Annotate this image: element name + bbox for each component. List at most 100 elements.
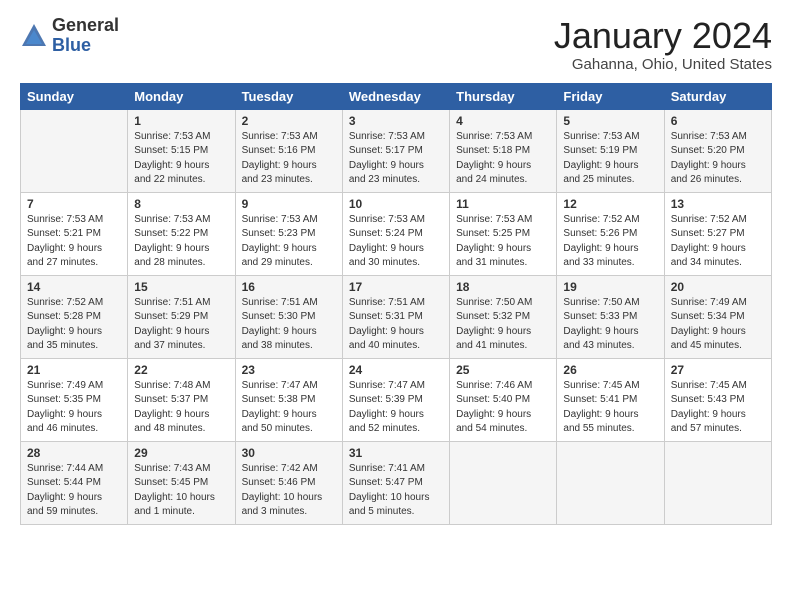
col-header-saturday: Saturday xyxy=(664,83,771,109)
calendar-cell: 31 Sunrise: 7:41 AMSunset: 5:47 PMDayligh… xyxy=(342,441,449,524)
calendar-cell: 24 Sunrise: 7:47 AMSunset: 5:39 PMDayligh… xyxy=(342,358,449,441)
col-header-thursday: Thursday xyxy=(450,83,557,109)
calendar-cell: 20 Sunrise: 7:49 AMSunset: 5:34 PMDayligh… xyxy=(664,275,771,358)
calendar-cell: 3 Sunrise: 7:53 AMSunset: 5:17 PMDaylight… xyxy=(342,109,449,192)
cell-content: Sunrise: 7:53 AMSunset: 5:15 PMDaylight:… xyxy=(134,130,228,188)
calendar-cell: 5 Sunrise: 7:53 AMSunset: 5:19 PMDaylight… xyxy=(557,109,664,192)
cell-content: Sunrise: 7:49 AMSunset: 5:34 PMDaylight:… xyxy=(671,296,765,354)
cell-content: Sunrise: 7:52 AMSunset: 5:26 PMDaylight:… xyxy=(563,213,657,271)
calendar-table: SundayMondayTuesdayWednesdayThursdayFrid… xyxy=(20,83,772,525)
day-number: 7 xyxy=(27,197,121,211)
day-number: 23 xyxy=(242,363,336,377)
month-title: January 2024 xyxy=(554,16,772,56)
cell-content: Sunrise: 7:53 AMSunset: 5:22 PMDaylight:… xyxy=(134,213,228,271)
calendar-week-3: 21Sunrise: 7:49 AMSunset: 5:35 PMDayligh… xyxy=(21,358,772,441)
cell-content: Sunrise: 7:53 AMSunset: 5:24 PMDaylight:… xyxy=(349,213,443,271)
day-number: 22 xyxy=(134,363,228,377)
calendar-cell: 19Sunrise: 7:50 AMSunset: 5:33 PMDayligh… xyxy=(557,275,664,358)
day-number: 5 xyxy=(563,114,657,128)
calendar-week-4: 28 Sunrise: 7:44 AMSunset: 5:44 PMDayligh… xyxy=(21,441,772,524)
calendar-cell: 13 Sunrise: 7:52 AMSunset: 5:27 PMDayligh… xyxy=(664,192,771,275)
cell-content: Sunrise: 7:45 AMSunset: 5:41 PMDaylight:… xyxy=(563,379,657,437)
cell-content: Sunrise: 7:50 AMSunset: 5:33 PMDaylight:… xyxy=(563,296,657,354)
title-block: January 2024 Gahanna, Ohio, United State… xyxy=(554,16,772,73)
day-number: 8 xyxy=(134,197,228,211)
cell-content: Sunrise: 7:51 AMSunset: 5:31 PMDaylight:… xyxy=(349,296,443,354)
day-number: 27 xyxy=(671,363,765,377)
calendar-cell: 7 Sunrise: 7:53 AMSunset: 5:21 PMDaylight… xyxy=(21,192,128,275)
calendar-cell xyxy=(21,109,128,192)
day-number: 12 xyxy=(563,197,657,211)
day-number: 14 xyxy=(27,280,121,294)
cell-content: Sunrise: 7:51 AMSunset: 5:29 PMDaylight:… xyxy=(134,296,228,354)
calendar-cell: 26 Sunrise: 7:45 AMSunset: 5:41 PMDayligh… xyxy=(557,358,664,441)
calendar-cell: 29 Sunrise: 7:43 AMSunset: 5:45 PMDayligh… xyxy=(128,441,235,524)
day-number: 21 xyxy=(27,363,121,377)
location: Gahanna, Ohio, United States xyxy=(554,56,772,73)
calendar-cell: 21Sunrise: 7:49 AMSunset: 5:35 PMDayligh… xyxy=(21,358,128,441)
col-header-wednesday: Wednesday xyxy=(342,83,449,109)
cell-content: Sunrise: 7:51 AMSunset: 5:30 PMDaylight:… xyxy=(242,296,336,354)
main-container: General Blue January 2024 Gahanna, Ohio,… xyxy=(0,0,792,535)
day-number: 31 xyxy=(349,446,443,460)
day-number: 6 xyxy=(671,114,765,128)
calendar-cell: 2Sunrise: 7:53 AMSunset: 5:16 PMDaylight… xyxy=(235,109,342,192)
calendar-cell: 12 Sunrise: 7:52 AMSunset: 5:26 PMDayligh… xyxy=(557,192,664,275)
calendar-cell: 11Sunrise: 7:53 AMSunset: 5:25 PMDayligh… xyxy=(450,192,557,275)
cell-content: Sunrise: 7:52 AMSunset: 5:27 PMDaylight:… xyxy=(671,213,765,271)
day-number: 28 xyxy=(27,446,121,460)
cell-content: Sunrise: 7:53 AMSunset: 5:23 PMDaylight:… xyxy=(242,213,336,271)
calendar-cell xyxy=(664,441,771,524)
cell-content: Sunrise: 7:53 AMSunset: 5:17 PMDaylight:… xyxy=(349,130,443,188)
day-number: 1 xyxy=(134,114,228,128)
logo-general: General xyxy=(52,15,119,35)
calendar-cell: 10Sunrise: 7:53 AMSunset: 5:24 PMDayligh… xyxy=(342,192,449,275)
cell-content: Sunrise: 7:47 AMSunset: 5:39 PMDaylight:… xyxy=(349,379,443,437)
cell-content: Sunrise: 7:53 AMSunset: 5:18 PMDaylight:… xyxy=(456,130,550,188)
calendar-cell: 30Sunrise: 7:42 AMSunset: 5:46 PMDayligh… xyxy=(235,441,342,524)
calendar-header-row: SundayMondayTuesdayWednesdayThursdayFrid… xyxy=(21,83,772,109)
calendar-cell: 18 Sunrise: 7:50 AMSunset: 5:32 PMDayligh… xyxy=(450,275,557,358)
day-number: 29 xyxy=(134,446,228,460)
cell-content: Sunrise: 7:43 AMSunset: 5:45 PMDaylight:… xyxy=(134,462,228,520)
calendar-cell: 1 Sunrise: 7:53 AMSunset: 5:15 PMDaylight… xyxy=(128,109,235,192)
calendar-week-0: 1 Sunrise: 7:53 AMSunset: 5:15 PMDaylight… xyxy=(21,109,772,192)
col-header-sunday: Sunday xyxy=(21,83,128,109)
calendar-cell: 17 Sunrise: 7:51 AMSunset: 5:31 PMDayligh… xyxy=(342,275,449,358)
calendar-cell: 6 Sunrise: 7:53 AMSunset: 5:20 PMDaylight… xyxy=(664,109,771,192)
col-header-friday: Friday xyxy=(557,83,664,109)
day-number: 3 xyxy=(349,114,443,128)
cell-content: Sunrise: 7:42 AMSunset: 5:46 PMDaylight:… xyxy=(242,462,336,520)
day-number: 17 xyxy=(349,280,443,294)
day-number: 26 xyxy=(563,363,657,377)
header-row: General Blue January 2024 Gahanna, Ohio,… xyxy=(20,16,772,73)
calendar-cell: 8 Sunrise: 7:53 AMSunset: 5:22 PMDaylight… xyxy=(128,192,235,275)
col-header-monday: Monday xyxy=(128,83,235,109)
cell-content: Sunrise: 7:45 AMSunset: 5:43 PMDaylight:… xyxy=(671,379,765,437)
day-number: 13 xyxy=(671,197,765,211)
cell-content: Sunrise: 7:48 AMSunset: 5:37 PMDaylight:… xyxy=(134,379,228,437)
cell-content: Sunrise: 7:44 AMSunset: 5:44 PMDaylight:… xyxy=(27,462,121,520)
cell-content: Sunrise: 7:46 AMSunset: 5:40 PMDaylight:… xyxy=(456,379,550,437)
calendar-cell xyxy=(557,441,664,524)
calendar-cell: 23 Sunrise: 7:47 AMSunset: 5:38 PMDayligh… xyxy=(235,358,342,441)
day-number: 25 xyxy=(456,363,550,377)
calendar-cell: 27 Sunrise: 7:45 AMSunset: 5:43 PMDayligh… xyxy=(664,358,771,441)
calendar-cell: 4Sunrise: 7:53 AMSunset: 5:18 PMDaylight… xyxy=(450,109,557,192)
logo-blue: Blue xyxy=(52,35,91,55)
cell-content: Sunrise: 7:53 AMSunset: 5:20 PMDaylight:… xyxy=(671,130,765,188)
cell-content: Sunrise: 7:53 AMSunset: 5:16 PMDaylight:… xyxy=(242,130,336,188)
cell-content: Sunrise: 7:50 AMSunset: 5:32 PMDaylight:… xyxy=(456,296,550,354)
cell-content: Sunrise: 7:53 AMSunset: 5:21 PMDaylight:… xyxy=(27,213,121,271)
day-number: 18 xyxy=(456,280,550,294)
cell-content: Sunrise: 7:47 AMSunset: 5:38 PMDaylight:… xyxy=(242,379,336,437)
day-number: 24 xyxy=(349,363,443,377)
cell-content: Sunrise: 7:41 AMSunset: 5:47 PMDaylight:… xyxy=(349,462,443,520)
cell-content: Sunrise: 7:52 AMSunset: 5:28 PMDaylight:… xyxy=(27,296,121,354)
calendar-cell: 9Sunrise: 7:53 AMSunset: 5:23 PMDaylight… xyxy=(235,192,342,275)
day-number: 20 xyxy=(671,280,765,294)
calendar-week-1: 7 Sunrise: 7:53 AMSunset: 5:21 PMDaylight… xyxy=(21,192,772,275)
calendar-cell xyxy=(450,441,557,524)
cell-content: Sunrise: 7:53 AMSunset: 5:19 PMDaylight:… xyxy=(563,130,657,188)
logo-text: General Blue xyxy=(52,16,119,56)
